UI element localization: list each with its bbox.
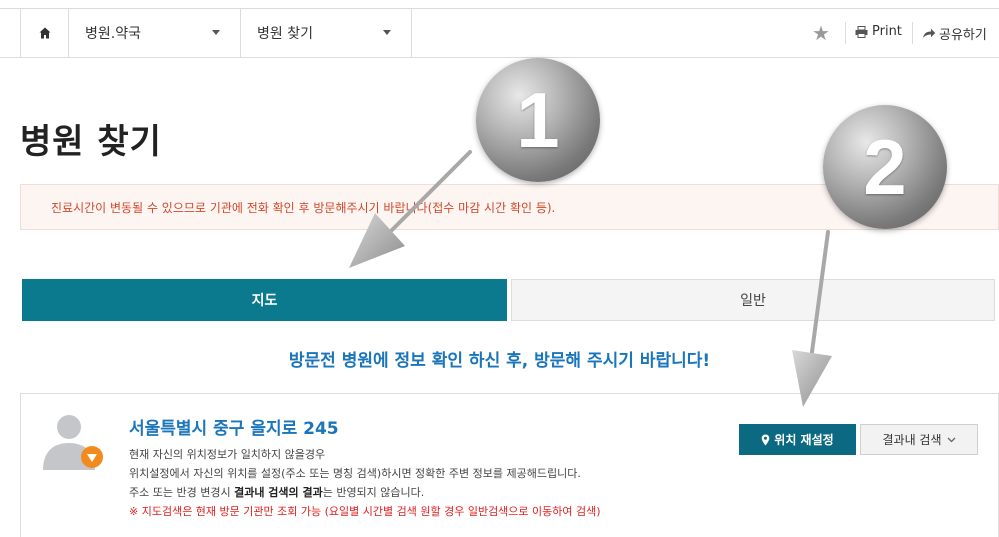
location-pin-icon xyxy=(761,434,770,445)
page-title: 병원 찾기 xyxy=(20,122,162,162)
visit-headline: 방문전 병원에 정보 확인 하신 후, 방문해 주시기 바랍니다! xyxy=(288,351,711,371)
search-in-results-button[interactable]: 결과내 검색 xyxy=(860,424,978,455)
map-search-warning: ※ 지도검색은 현재 방문 기관만 조회 가능 (요일별 시간별 검색 원할 경… xyxy=(129,505,601,518)
divider xyxy=(845,22,846,44)
callout-badge-1-number: 1 xyxy=(516,75,560,164)
tab-map[interactable]: 지도 xyxy=(22,279,507,321)
search-mode-tabs: 지도 일반 xyxy=(22,279,995,321)
notice-text: 진료시간이 변동될 수 있으므로 기관에 전화 확인 후 방문해주시기 바랍니다… xyxy=(51,200,556,215)
category-dropdown-label: 병원.약국 xyxy=(85,26,141,42)
reset-location-label: 위치 재설정 xyxy=(774,433,834,447)
home-icon xyxy=(39,27,50,39)
callout-badge-1: 1 xyxy=(476,58,600,182)
share-label: 공유하기 xyxy=(939,28,987,43)
subcategory-dropdown-label: 병원 찾기 xyxy=(257,26,313,42)
subcategory-dropdown[interactable]: 병원 찾기 xyxy=(241,9,412,57)
location-help-line-3-bold: 결과내 검색의 결과 xyxy=(234,486,323,499)
top-navigation-bar: 병원.약국 병원 찾기 ★ Print 공유하기 xyxy=(0,8,999,58)
chevron-down-icon xyxy=(947,437,955,442)
tab-map-label: 지도 xyxy=(251,293,278,309)
divider xyxy=(912,22,913,44)
location-help-line-3-pre: 주소 또는 반경 변경시 xyxy=(129,486,235,499)
home-button[interactable] xyxy=(20,9,69,57)
tab-general-label: 일반 xyxy=(740,293,766,309)
printer-icon xyxy=(855,25,868,38)
reset-location-button[interactable]: 위치 재설정 xyxy=(739,424,856,455)
share-arrow-icon xyxy=(923,28,936,38)
callout-badge-2: 2 xyxy=(823,105,947,229)
share-button[interactable]: 공유하기 xyxy=(922,24,987,43)
print-label: Print xyxy=(872,24,902,39)
chevron-down-icon xyxy=(212,30,220,35)
location-info-panel: 서울특별시 중구 을지로 245 현재 자신의 위치정보가 일치하지 않을경우 … xyxy=(20,393,999,537)
chevron-down-icon xyxy=(383,30,391,35)
current-address: 서울특별시 중구 을지로 245 xyxy=(129,419,339,439)
callout-badge-2-number: 2 xyxy=(863,122,907,211)
search-in-results-label: 결과내 검색 xyxy=(882,433,942,447)
location-help-line-3-post: 는 반영되지 않습니다. xyxy=(322,486,425,499)
tab-general[interactable]: 일반 xyxy=(511,279,995,321)
location-help-line-1: 현재 자신의 위치정보가 일치하지 않을경우 xyxy=(129,448,326,461)
location-help-line-2: 위치설정에서 자신의 위치를 설정(주소 또는 명칭 검색)하시면 정확한 주변… xyxy=(129,467,581,480)
category-dropdown[interactable]: 병원.약국 xyxy=(69,9,241,57)
print-button[interactable]: Print xyxy=(855,24,902,39)
user-avatar-icon xyxy=(43,415,103,470)
location-help-line-3: 주소 또는 반경 변경시 결과내 검색의 결과는 반영되지 않습니다. xyxy=(129,484,424,500)
star-icon[interactable]: ★ xyxy=(812,21,830,45)
